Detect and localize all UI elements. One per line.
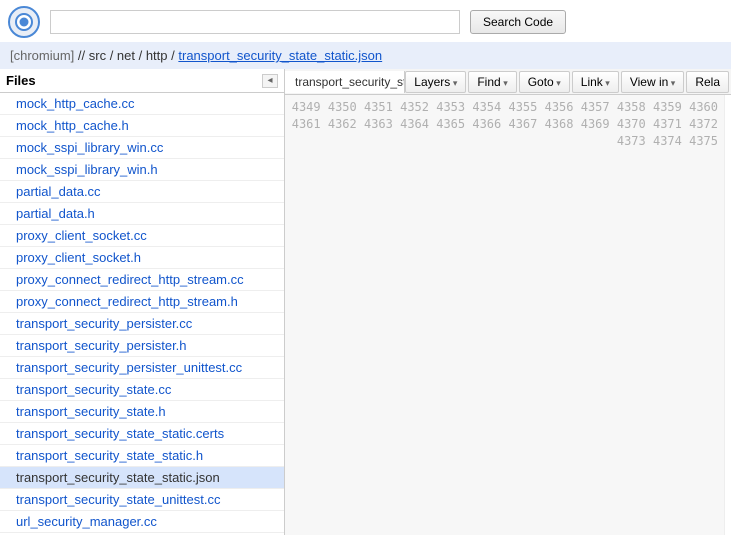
file-item[interactable]: transport_security_persister.h bbox=[0, 335, 284, 357]
file-item[interactable]: transport_security_persister.cc bbox=[0, 313, 284, 335]
breadcrumb-current-file[interactable]: transport_security_state_static.json bbox=[178, 48, 382, 63]
file-tab-active[interactable]: transport_security_sta bbox=[285, 71, 405, 93]
layers-button[interactable]: Layers bbox=[405, 71, 466, 93]
view-in-button[interactable]: View in bbox=[621, 71, 685, 93]
file-item[interactable]: transport_security_state.h bbox=[0, 401, 284, 423]
file-item[interactable]: proxy_connect_redirect_http_stream.h bbox=[0, 291, 284, 313]
line-gutter: 4349 4350 4351 4352 4353 4354 4355 4356 … bbox=[285, 95, 725, 535]
file-item[interactable]: partial_data.h bbox=[0, 203, 284, 225]
file-item[interactable]: transport_security_state_static.json bbox=[0, 467, 284, 489]
file-item[interactable]: mock_http_cache.h bbox=[0, 115, 284, 137]
file-item[interactable]: transport_security_persister_unittest.cc bbox=[0, 357, 284, 379]
file-item[interactable]: url_security_manager.h bbox=[0, 533, 284, 535]
search-code-button[interactable]: Search Code bbox=[470, 10, 566, 34]
file-item[interactable]: proxy_client_socket.cc bbox=[0, 225, 284, 247]
editor-toolbar: Layers Find Goto Link View in Rela bbox=[405, 71, 731, 93]
breadcrumb-project: [chromium] bbox=[10, 48, 74, 63]
search-input[interactable] bbox=[50, 10, 460, 34]
file-item[interactable]: proxy_client_socket.h bbox=[0, 247, 284, 269]
collapse-sidebar-icon[interactable]: ◂ bbox=[262, 74, 278, 88]
code-body[interactable]: { "name": "jacobhaug.com", "include_subd… bbox=[725, 95, 731, 535]
file-item[interactable]: transport_security_state_unittest.cc bbox=[0, 489, 284, 511]
file-item[interactable]: transport_security_state_static.h bbox=[0, 445, 284, 467]
file-list: mock_http_cache.ccmock_http_cache.hmock_… bbox=[0, 93, 284, 535]
goto-button[interactable]: Goto bbox=[519, 71, 570, 93]
breadcrumb-path[interactable]: // src / net / http / bbox=[78, 48, 175, 63]
editor-tabs: transport_security_sta Layers Find Goto … bbox=[285, 69, 731, 95]
file-item[interactable]: transport_security_state_static.certs bbox=[0, 423, 284, 445]
file-item[interactable]: url_security_manager.cc bbox=[0, 511, 284, 533]
sidebar: Files ◂ mock_http_cache.ccmock_http_cach… bbox=[0, 69, 285, 535]
file-item[interactable]: mock_http_cache.cc bbox=[0, 93, 284, 115]
chromium-logo-icon bbox=[8, 6, 40, 38]
breadcrumb: [chromium] // src / net / http / transpo… bbox=[0, 42, 731, 69]
file-item[interactable]: mock_sspi_library_win.h bbox=[0, 159, 284, 181]
top-bar: Search Code bbox=[0, 0, 731, 42]
link-button[interactable]: Link bbox=[572, 71, 619, 93]
code-area: 4349 4350 4351 4352 4353 4354 4355 4356 … bbox=[285, 95, 731, 535]
find-button[interactable]: Find bbox=[468, 71, 516, 93]
file-item[interactable]: partial_data.cc bbox=[0, 181, 284, 203]
file-item[interactable]: transport_security_state.cc bbox=[0, 379, 284, 401]
sidebar-title: Files bbox=[6, 73, 36, 88]
file-item[interactable]: proxy_connect_redirect_http_stream.cc bbox=[0, 269, 284, 291]
related-button[interactable]: Rela bbox=[686, 71, 729, 93]
file-item[interactable]: mock_sspi_library_win.cc bbox=[0, 137, 284, 159]
